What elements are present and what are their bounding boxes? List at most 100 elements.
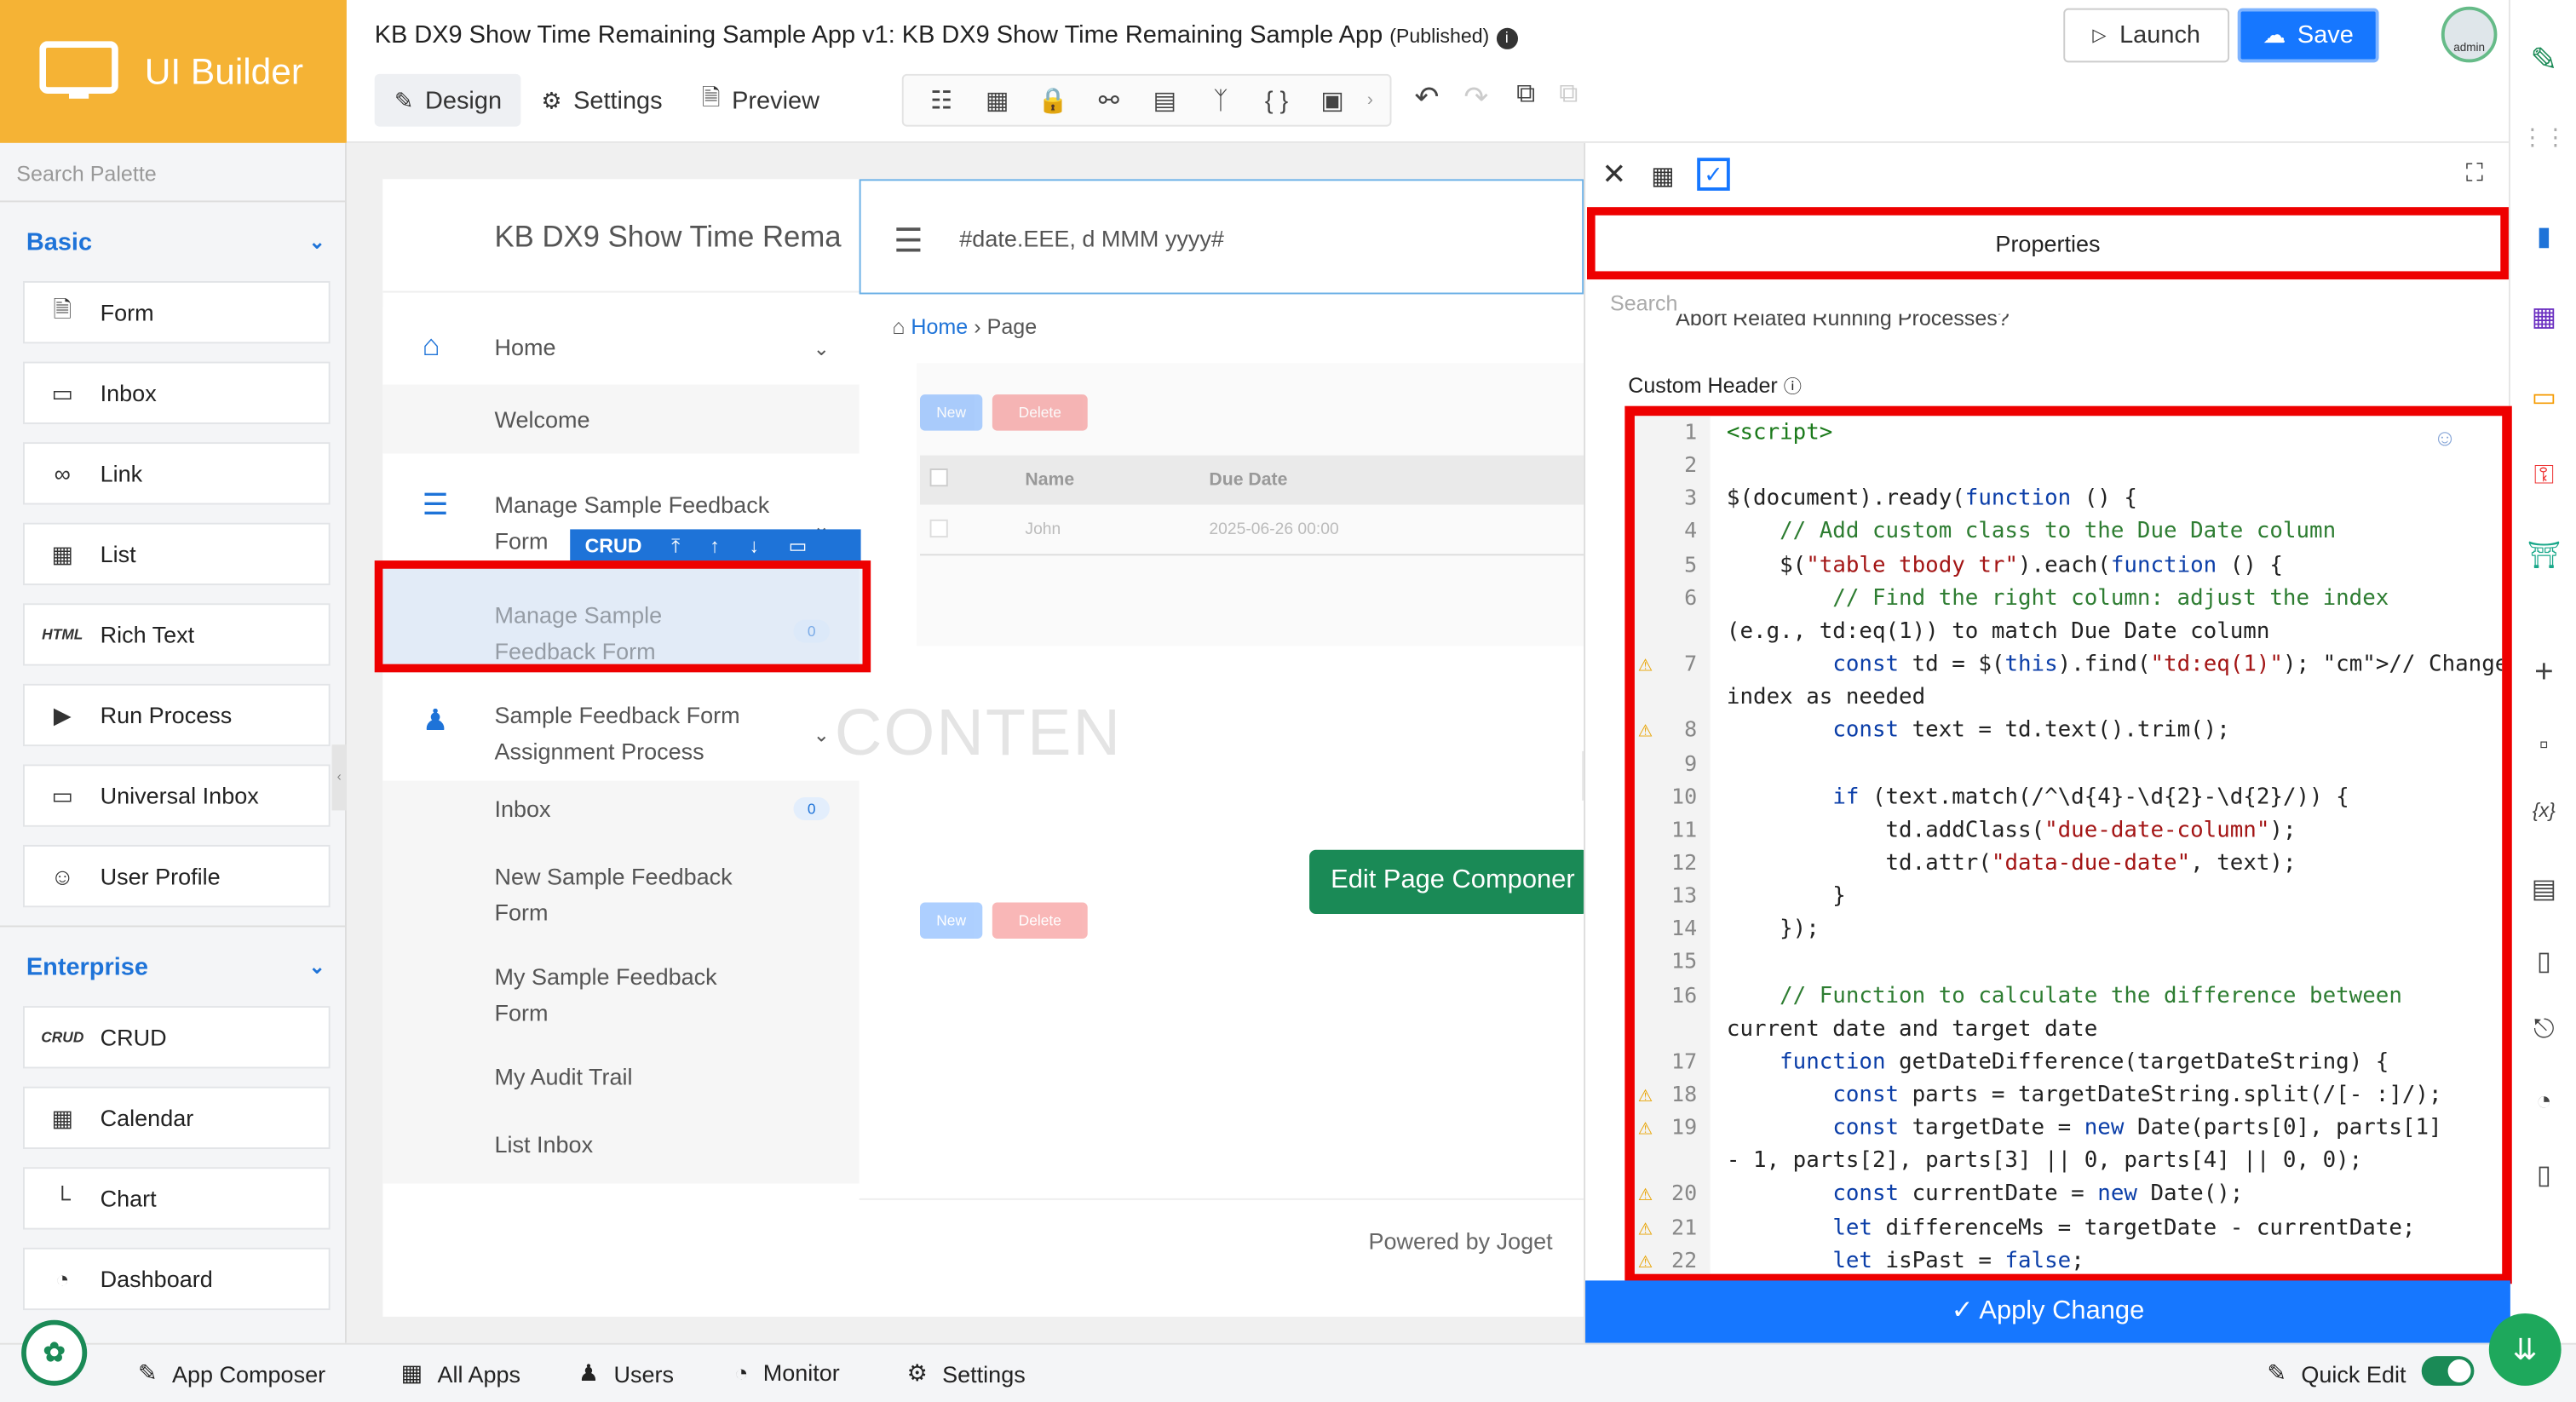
palette-item-form[interactable]: 🗎 Form bbox=[22, 281, 331, 344]
palette-item-run-process[interactable]: ▶ Run Process bbox=[22, 683, 331, 747]
palette-item-crud[interactable]: CRUD CRUD bbox=[22, 1006, 331, 1069]
chevron-right-icon[interactable]: › bbox=[1360, 90, 1380, 110]
properties-search-input[interactable]: Search bbox=[1610, 291, 1677, 316]
palette-item-chart[interactable]: └ Chart bbox=[22, 1167, 331, 1230]
code-line[interactable]: const parts = targetDateString.split(/[-… bbox=[1727, 1080, 2441, 1113]
menu-item-list-inbox[interactable]: List Inbox bbox=[382, 1116, 860, 1184]
code-line[interactable]: <script> bbox=[1727, 417, 1832, 451]
bottom-item-settings[interactable]: ⚙ Settings bbox=[907, 1359, 1026, 1388]
code-line[interactable]: let isPast = false; bbox=[1727, 1245, 2084, 1273]
warning-icon[interactable]: ⚠ bbox=[1638, 658, 1653, 675]
custom-header-code-editor[interactable]: 1 2 3 4 5 6 7 ⚠ 8 ⚠ 9 10 11 12 13 14 15 16 17 18 ⚠ 19 ⚠ 20 ⚠ 21 ⚠ 2… bbox=[1624, 405, 2512, 1284]
warning-icon[interactable]: ⚠ bbox=[1638, 1221, 1653, 1238]
breadcrumb-home-link[interactable]: Home bbox=[911, 314, 968, 339]
variable-icon[interactable]: {x} bbox=[2510, 799, 2576, 822]
code-line[interactable]: const targetDate = new Date(parts[0], pa… bbox=[1727, 1113, 2441, 1146]
palette-search-input[interactable]: Search Palette bbox=[0, 142, 345, 203]
palette-item-list[interactable]: ▦ List bbox=[22, 522, 331, 586]
ui-builder-logo[interactable]: UI Builder bbox=[0, 0, 347, 143]
palette-category-enterprise[interactable]: Enterprise ⌄ bbox=[0, 927, 345, 1006]
warning-icon[interactable]: ⚠ bbox=[1638, 1121, 1653, 1139]
menu-icon[interactable]: ☰ bbox=[894, 221, 923, 261]
file-icon[interactable]: ▯ bbox=[2510, 945, 2576, 979]
code-line[interactable]: td.addClass("due-date-column"); bbox=[1727, 815, 2296, 848]
code-line[interactable]: $("table tbody tr").each(function () { bbox=[1727, 550, 2283, 583]
userview-brand[interactable]: KB DX9 Show Time Rema bbox=[382, 179, 860, 293]
plugin-icon[interactable]: ⎋ bbox=[2510, 1016, 2576, 1046]
edit-page-component-button[interactable]: Edit Page Componer bbox=[1309, 849, 1589, 915]
delete-button[interactable]: Delete bbox=[992, 902, 1088, 939]
table-row[interactable]: John 2025-06-26 00:00 bbox=[920, 504, 1584, 554]
info-icon[interactable]: i bbox=[1496, 27, 1518, 49]
new-button[interactable]: New bbox=[919, 902, 983, 939]
code-line[interactable]: // Find the right column: adjust the ind… bbox=[1727, 583, 2389, 617]
code-line[interactable]: // Function to calculate the difference … bbox=[1727, 980, 2402, 1014]
palette-item-dashboard[interactable]: ◔ Dashboard bbox=[22, 1247, 331, 1311]
scroll-down-button[interactable]: ⇊ bbox=[2488, 1313, 2562, 1386]
bottom-item-users[interactable]: ♟ Users bbox=[578, 1359, 674, 1388]
mobile-icon[interactable]: ▯ bbox=[2510, 1159, 2576, 1192]
note-icon[interactable]: ▫ bbox=[2510, 732, 2576, 761]
tab-settings[interactable]: ⚙ Settings bbox=[521, 74, 682, 127]
edit-icon[interactable]: ✎ bbox=[2510, 39, 2576, 80]
select-all-checkbox[interactable] bbox=[929, 468, 948, 487]
close-icon[interactable]: ✕ bbox=[1601, 158, 1626, 192]
menu-item-welcome[interactable]: Welcome bbox=[382, 384, 860, 454]
redo-icon[interactable]: ↷ bbox=[1463, 81, 1488, 116]
code-line[interactable]: td.attr("data-due-date", text); bbox=[1727, 848, 2296, 882]
arrow-down-icon[interactable]: ↓ bbox=[749, 534, 759, 557]
arrow-up-icon[interactable]: ↑ bbox=[710, 534, 720, 557]
code-line[interactable]: const td = $(this).find("td:eq(1)"); "cm… bbox=[1727, 649, 2502, 682]
document-icon[interactable]: ▮ bbox=[2510, 221, 2576, 254]
assistant-icon[interactable]: ☺ bbox=[2433, 424, 2457, 451]
bottom-item-all-apps[interactable]: ▦ All Apps bbox=[401, 1359, 520, 1388]
userview-header[interactable]: ☰ #date.EEE, d MMM yyyy# bbox=[859, 179, 1584, 295]
code-line[interactable]: let differenceMs = targetDate - currentD… bbox=[1727, 1212, 2415, 1245]
joget-logo[interactable]: ✿ bbox=[21, 1319, 88, 1386]
delete-button[interactable]: Delete bbox=[992, 394, 1088, 431]
menu-item-my-audit-trail[interactable]: My Audit Trail bbox=[382, 1049, 860, 1117]
tree-icon[interactable]: ☷ bbox=[913, 85, 969, 115]
save-button[interactable]: ☁ Save bbox=[2237, 8, 2379, 63]
palette-item-rich-text[interactable]: HTML Rich Text bbox=[22, 603, 331, 666]
palette-category-basic[interactable]: Basic ⌄ bbox=[0, 202, 345, 281]
warning-icon[interactable]: ⚠ bbox=[1638, 1254, 1653, 1272]
camera-icon[interactable]: ▣ bbox=[1304, 85, 1360, 115]
bottom-item-monitor[interactable]: ◔ Monitor bbox=[734, 1359, 840, 1386]
avatar[interactable]: admin bbox=[2441, 6, 2498, 63]
code-line[interactable]: function getDateDifference(targetDateStr… bbox=[1727, 1047, 2389, 1080]
paste-icon[interactable]: ⧉ bbox=[1559, 81, 1578, 111]
code-line[interactable]: - 1, parts[2], parts[3] || 0, parts[4] |… bbox=[1727, 1146, 2362, 1180]
copy-icon[interactable]: ⧉ bbox=[1516, 81, 1535, 111]
lock-icon[interactable]: 🔒 bbox=[1025, 85, 1081, 115]
binoculars-icon[interactable]: ⚯ bbox=[1081, 85, 1137, 115]
info-icon[interactable]: ⓘ bbox=[1784, 378, 1802, 398]
row-checkbox[interactable] bbox=[929, 519, 948, 538]
code-line[interactable]: const text = td.text().trim(); bbox=[1727, 715, 2229, 749]
column-header-due-date[interactable]: Due Date bbox=[1209, 470, 1287, 490]
code-line[interactable]: }); bbox=[1727, 915, 1820, 948]
workflow-icon[interactable]: ⚿ bbox=[2510, 462, 2576, 491]
drag-handle-icon[interactable]: ⋮⋮ bbox=[2510, 124, 2576, 152]
code-line[interactable]: if (text.match(/^\d{4}-\d{2}-\d{2}/)) { bbox=[1727, 782, 2349, 815]
warning-icon[interactable]: ⚠ bbox=[1638, 724, 1653, 742]
palette-item-link[interactable]: ∞ Link bbox=[22, 442, 331, 505]
menu-category-home[interactable]: ⌂ Home ⌄ bbox=[382, 307, 860, 385]
code-line[interactable]: const currentDate = new Date(); bbox=[1727, 1180, 2243, 1213]
checkbox-icon[interactable]: ✓ bbox=[1697, 158, 1730, 191]
palette-item-calendar[interactable]: ▦ Calendar bbox=[22, 1086, 331, 1149]
palette-item-universal-inbox[interactable]: ▭ Universal Inbox bbox=[22, 764, 331, 827]
palette-item-inbox[interactable]: ▭ Inbox bbox=[22, 361, 331, 424]
code-line[interactable]: } bbox=[1727, 882, 1846, 915]
tab-design[interactable]: ✎ Design bbox=[374, 73, 522, 127]
trash-icon[interactable]: ▭ bbox=[789, 534, 808, 557]
undo-icon[interactable]: ↶ bbox=[1414, 81, 1439, 116]
json-icon[interactable]: { } bbox=[1249, 86, 1305, 114]
code-line[interactable]: // Add custom class to the Due Date colu… bbox=[1727, 517, 2336, 550]
code-line[interactable]: current date and target date bbox=[1727, 1014, 2097, 1047]
menu-category-assignment-process[interactable]: ♟ Sample Feedback Form Assignment Proces… bbox=[382, 672, 860, 781]
column-header-name[interactable]: Name bbox=[1025, 470, 1074, 490]
apply-change-button[interactable]: ✓ Apply Change bbox=[1585, 1280, 2510, 1343]
tab-preview[interactable]: 🗎 Preview bbox=[682, 74, 839, 127]
plus-icon[interactable]: + bbox=[2510, 654, 2576, 692]
